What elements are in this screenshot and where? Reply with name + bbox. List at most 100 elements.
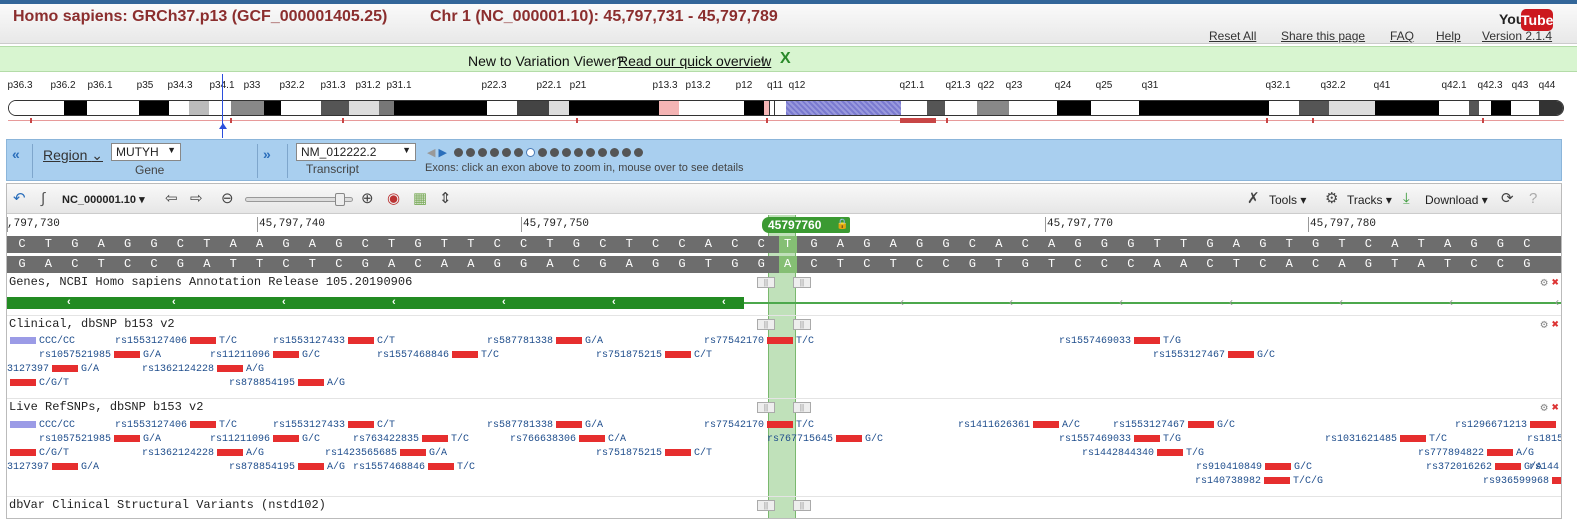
snp-marker[interactable]: rs372016262 G/A (1426, 462, 1542, 473)
variant-bar[interactable] (190, 336, 217, 344)
exon-dot[interactable] (466, 148, 476, 158)
variant-bar[interactable] (556, 420, 583, 428)
snp-marker[interactable]: rs11211096 G/C (210, 350, 320, 361)
reset-all-link[interactable]: Reset All (1209, 29, 1256, 43)
variant-bar[interactable] (52, 462, 79, 470)
gear-icon[interactable]: ⚙ (1541, 276, 1548, 290)
band-label-p22-3[interactable]: p22.3 (481, 80, 506, 91)
chromosome-band[interactable] (927, 101, 945, 115)
chromosome-band[interactable] (1511, 101, 1539, 115)
snp-marker[interactable]: rs1557468846 T/C (353, 462, 475, 473)
close-icon[interactable]: ✖ (1552, 276, 1559, 290)
snp-marker[interactable]: rs1553127467 G/C (1113, 420, 1235, 431)
chromosome-band[interactable] (9, 101, 37, 115)
share-page-link[interactable]: Share this page (1281, 29, 1365, 43)
chromosome-band[interactable] (394, 101, 487, 115)
chromosome-band[interactable] (231, 101, 264, 115)
scroll-left-icon[interactable]: || (757, 402, 775, 413)
snp-marker[interactable]: CCC/CC (7, 420, 75, 431)
gear-icon[interactable]: ⚙ (1541, 401, 1548, 415)
variant-bar[interactable] (665, 448, 692, 456)
snp-marker[interactable]: rs77542170 T/C (704, 420, 814, 431)
band-label-p12[interactable]: p12 (736, 80, 753, 91)
band-label-q25[interactable]: q25 (1096, 80, 1113, 91)
band-label-p34-3[interactable]: p34.3 (167, 80, 192, 91)
snp-marker[interactable]: rs766638306 C/A (510, 434, 626, 445)
band-label-p36-2[interactable]: p36.2 (50, 80, 75, 91)
ideogram-position-triangle[interactable] (219, 123, 227, 129)
chromosome-band[interactable] (945, 101, 977, 115)
variant-bar[interactable] (1134, 336, 1161, 344)
snp-marker[interactable]: rs1553127406 T/C (115, 420, 237, 431)
chromosome-band[interactable] (1329, 101, 1375, 115)
region-dropdown[interactable]: Region ⌄ (43, 147, 103, 164)
zoom-slider-handle[interactable] (335, 193, 345, 206)
variant-bar[interactable] (190, 420, 217, 428)
snp-marker[interactable]: rs1442844340 T/G (1082, 448, 1204, 459)
previous-exon-icon[interactable]: ◀ (427, 147, 435, 159)
youtube-logo[interactable]: You Tube (1499, 9, 1553, 31)
band-label-q24[interactable]: q24 (1055, 80, 1072, 91)
chromosome-band[interactable] (1269, 101, 1299, 115)
variant-bar[interactable] (10, 448, 36, 456)
band-label-q21-1[interactable]: q21.1 (899, 80, 924, 91)
snp-marker[interactable]: C/G/T (7, 448, 69, 459)
variant-bar[interactable] (400, 448, 427, 456)
band-label-p31-1[interactable]: p31.1 (386, 80, 411, 91)
snp-marker[interactable]: rs1557469033 T/G (1059, 336, 1181, 347)
scroll-left-icon[interactable]: || (757, 500, 775, 511)
snp-marker[interactable]: 53127397 G/A (7, 364, 99, 375)
scroll-right-icon[interactable]: || (793, 277, 811, 288)
variant-bar[interactable] (422, 434, 449, 442)
snp-marker[interactable]: rs77542170 T/C (704, 336, 814, 347)
variant-bar[interactable] (1265, 462, 1292, 470)
gene-select[interactable]: MUTYH ▼ (111, 143, 181, 161)
snp-marker[interactable]: rs767715645 G/C (767, 434, 883, 445)
quick-overview-link[interactable]: Read our quick overview (618, 53, 771, 69)
variant-bar[interactable] (1400, 434, 1427, 442)
snp-marker[interactable]: 53127397 G/A (7, 462, 99, 473)
chromosome-band[interactable] (1479, 101, 1491, 115)
snp-marker[interactable]: rs910410849 G/C (1196, 462, 1312, 473)
chromosome-band[interactable] (1375, 101, 1439, 115)
color-grid-icon[interactable]: ▦ (413, 191, 427, 207)
variant-bar[interactable] (217, 364, 244, 372)
exon-dot[interactable] (598, 148, 608, 158)
exon-dot[interactable] (610, 148, 620, 158)
chromosome-band[interactable] (321, 101, 349, 115)
variant-bar[interactable] (273, 350, 300, 358)
snp-marker[interactable]: rs763422835 T/C (353, 434, 469, 445)
variant-bar[interactable] (1228, 350, 1255, 358)
chromosome-band[interactable] (517, 101, 549, 115)
help-icon[interactable]: ? (1529, 191, 1537, 207)
chromosome-band[interactable] (349, 101, 379, 115)
snp-marker[interactable]: rs1057521985 G/A (39, 350, 161, 361)
snp-marker[interactable]: rs1553127467 G/C (1153, 350, 1275, 361)
snp-marker[interactable]: rs777894822 A/G (1418, 448, 1534, 459)
zoom-in-icon[interactable]: ⊕ (361, 191, 374, 207)
band-label-p13-3[interactable]: p13.3 (652, 80, 677, 91)
chromosome-band[interactable] (659, 101, 679, 115)
scroll-left-icon[interactable]: || (757, 277, 775, 288)
snp-marker[interactable]: rs587781338 G/A (487, 336, 603, 347)
faq-link[interactable]: FAQ (1390, 29, 1414, 43)
chromosome-band[interactable] (1539, 101, 1563, 115)
mutyh-gene-bar[interactable] (7, 297, 744, 309)
exon-dot[interactable] (622, 148, 632, 158)
snp-marker[interactable]: rs1423565685 G/A (325, 448, 447, 459)
chromosome-band[interactable] (37, 101, 64, 115)
chromosome-band[interactable] (87, 101, 139, 115)
pan-right-icon[interactable]: ⇨ (190, 191, 203, 207)
snp-marker[interactable]: rs1362124228 A/G (142, 448, 264, 459)
exon-dot[interactable] (490, 148, 500, 158)
variant-bar[interactable] (579, 434, 606, 442)
chromosome-bar[interactable] (8, 100, 1564, 116)
download-icon[interactable]: ⤓ (1403, 191, 1410, 207)
variant-bar[interactable] (10, 336, 36, 344)
scroll-left-icon[interactable]: || (757, 319, 775, 330)
snp-marker[interactable]: rs878854195 A/G (229, 378, 345, 389)
snp-marker[interactable]: rs1557468846 T/C (377, 350, 499, 361)
band-label-q42-3[interactable]: q42.3 (1477, 80, 1502, 91)
variant-bar[interactable] (217, 448, 244, 456)
transcript-select[interactable]: NM_012222.2 ▼ (296, 143, 416, 161)
